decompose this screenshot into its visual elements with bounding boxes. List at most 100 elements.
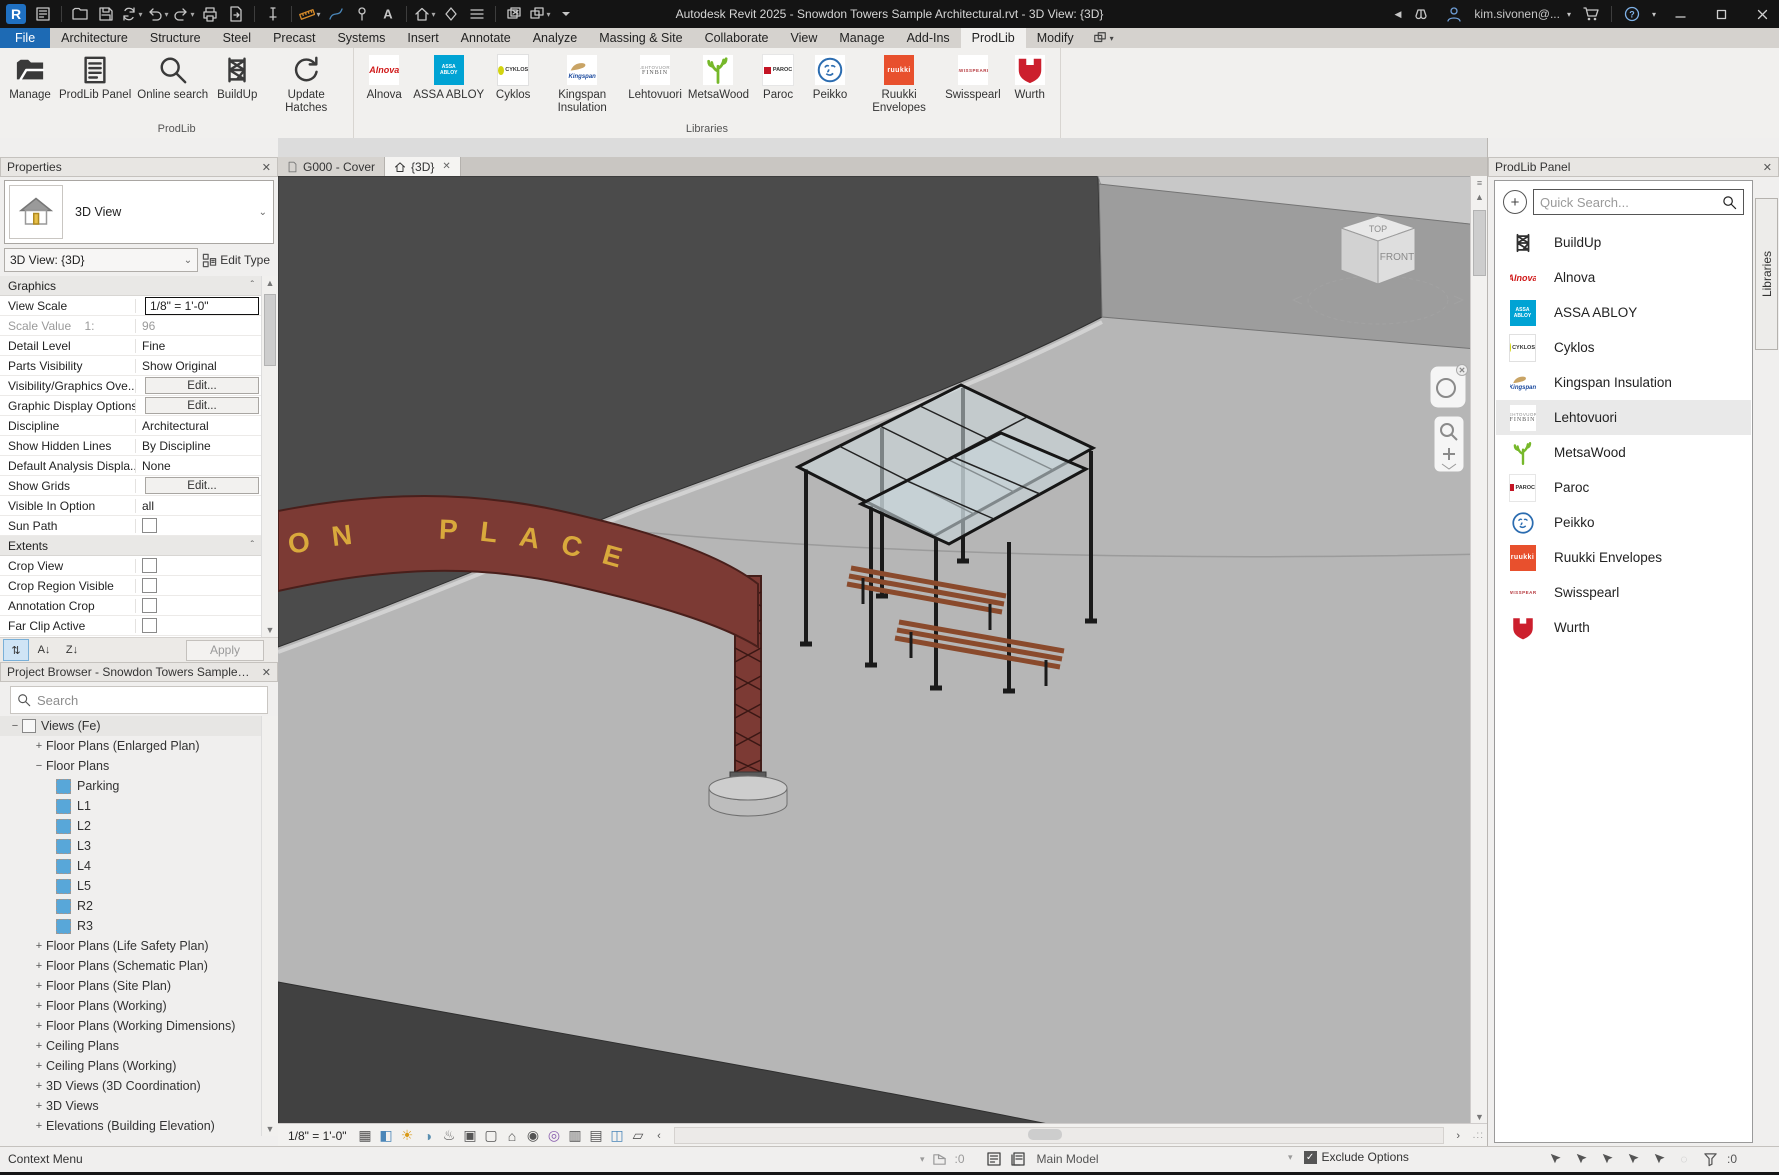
ribbon-button-lehtovuori[interactable]: LEHTOVUORIFINBINLehtovuori <box>625 52 685 103</box>
ribbon-button-assa-abloy[interactable]: ASSA ABLOYASSA ABLOY <box>410 52 487 103</box>
view-tab-close-icon[interactable]: ✕ <box>442 161 450 172</box>
canvas-horizontal-scrollbar[interactable] <box>674 1127 1444 1144</box>
expand-toggle-icon[interactable]: + <box>32 940 46 952</box>
default-3d-view-icon[interactable]: ▾ <box>412 2 438 26</box>
analytical-model-icon[interactable]: ◫ <box>607 1126 628 1145</box>
collapse-icon[interactable]: ˆ <box>251 280 254 291</box>
tab-prodlib[interactable]: ProdLib <box>961 28 1026 48</box>
tab-steel[interactable]: Steel <box>212 28 263 48</box>
ribbon-button-metsawood[interactable]: MetsaWood <box>685 52 752 103</box>
ribbon-button-paroc[interactable]: PAROCParoc <box>752 52 804 103</box>
revit-logo[interactable]: R <box>6 4 26 24</box>
property-row-view-scale[interactable]: View Scale1/8" = 1'-0" <box>0 296 262 316</box>
tree-item-ceiling-plans-working[interactable]: +Ceiling Plans (Working) <box>0 1056 262 1076</box>
user-caret-icon[interactable]: ▾ <box>1567 10 1571 19</box>
tab-systems[interactable]: Systems <box>326 28 396 48</box>
crop-region-icon[interactable]: ▢ <box>481 1126 502 1145</box>
visual-style-icon[interactable]: ◧ <box>376 1126 397 1145</box>
expand-toggle-icon[interactable]: + <box>32 1020 46 1032</box>
drag-on-selection-icon[interactable] <box>1649 1150 1667 1168</box>
minimize-button[interactable] <box>1663 0 1697 28</box>
tab-collaborate[interactable]: Collaborate <box>694 28 780 48</box>
ribbon-display-toggle-icon[interactable]: ▾ <box>1085 28 1122 48</box>
displacement-icon[interactable]: ▱ <box>628 1126 649 1145</box>
property-row-annotation-crop[interactable]: Annotation Crop <box>0 596 262 616</box>
library-item-assa-abloy[interactable]: ASSA ABLOYASSA ABLOY <box>1496 295 1751 330</box>
canvas-vertical-scrollbar[interactable]: ≡▲ ▼ <box>1470 176 1488 1124</box>
ribbon-button-update-hatches[interactable]: Update Hatches <box>263 52 349 116</box>
tree-item-floor-plans-life-safety-plan[interactable]: +Floor Plans (Life Safety Plan) <box>0 936 262 956</box>
shadows-icon[interactable]: ◑ <box>418 1126 439 1145</box>
checkbox[interactable] <box>142 598 157 613</box>
add-library-button[interactable]: + <box>1503 190 1527 214</box>
tree-item-ceiling-plans[interactable]: +Ceiling Plans <box>0 1036 262 1056</box>
tab-view[interactable]: View <box>780 28 829 48</box>
checkbox[interactable] <box>142 558 157 573</box>
property-row-scale-value-1[interactable]: Scale Value 1:96 <box>0 316 262 336</box>
checkbox[interactable] <box>142 618 157 633</box>
view-tab-g000-cover[interactable]: G000 - Cover <box>278 157 385 176</box>
tree-item-floor-plans-enlarged-plan[interactable]: +Floor Plans (Enlarged Plan) <box>0 736 262 756</box>
tree-item-floor-plans-schematic-plan[interactable]: +Floor Plans (Schematic Plan) <box>0 956 262 976</box>
tab-architecture[interactable]: Architecture <box>50 28 139 48</box>
edit-button[interactable]: Edit... <box>145 397 259 414</box>
ribbon-button-buildup[interactable]: BuildUp <box>211 52 263 103</box>
sun-settings-icon[interactable]: ☀ <box>397 1126 418 1145</box>
project-browser-scrollbar[interactable]: ▼ <box>261 716 278 1136</box>
checkbox[interactable] <box>142 518 157 533</box>
property-row-visible-in-option[interactable]: Visible In Optionall <box>0 496 262 516</box>
project-browser-search[interactable]: Search <box>10 686 268 714</box>
library-item-lehtovuori[interactable]: LEHTOVUORIFINBINLehtovuori <box>1496 400 1751 435</box>
hscroll-left-icon[interactable]: ‹ <box>649 1126 670 1145</box>
collapse-search-icon[interactable]: ◀ <box>1395 9 1402 20</box>
properties-close-icon[interactable]: ✕ <box>262 161 271 174</box>
property-row-crop-view[interactable]: Crop View <box>0 556 262 576</box>
property-row-detail-level[interactable]: Detail LevelFine <box>0 336 262 356</box>
type-selector-combo[interactable]: 3D View: {3D}⌄ <box>4 248 198 272</box>
type-caret-icon[interactable]: ⌄ <box>259 207 267 218</box>
detail-level-icon[interactable]: ▦ <box>355 1126 376 1145</box>
design-options-icon[interactable] <box>1009 1150 1027 1168</box>
redo-icon[interactable]: ▾ <box>171 2 197 26</box>
file-menu-icon[interactable] <box>30 2 56 26</box>
library-item-swisspearl[interactable]: SWISSPEARLSwisspearl <box>1496 575 1751 610</box>
select-underlay-icon[interactable] <box>1571 1150 1589 1168</box>
library-item-wurth[interactable]: Wurth <box>1496 610 1751 645</box>
worksets-icon[interactable] <box>985 1150 1003 1168</box>
tree-item-views-fe[interactable]: −Views (Fe) <box>0 716 262 736</box>
tab-massing-site[interactable]: Massing & Site <box>588 28 693 48</box>
select-pinned-icon[interactable] <box>1597 1150 1615 1168</box>
expand-toggle-icon[interactable]: + <box>32 960 46 972</box>
property-row-show-hidden-lines[interactable]: Show Hidden LinesBy Discipline <box>0 436 262 456</box>
expand-toggle-icon[interactable]: + <box>32 980 46 992</box>
tree-item-l1[interactable]: L1 <box>0 796 262 816</box>
expand-toggle-icon[interactable]: + <box>32 740 46 752</box>
tree-item-l5[interactable]: L5 <box>0 876 262 896</box>
tree-item-floor-plans-site-plan[interactable]: +Floor Plans (Site Plan) <box>0 976 262 996</box>
tab-add-ins[interactable]: Add-Ins <box>896 28 961 48</box>
ribbon-button-swisspearl[interactable]: SWISSPEARLSwisspearl <box>942 52 1004 103</box>
library-item-buildup[interactable]: BuildUp <box>1496 225 1751 260</box>
spinner-icon[interactable]: ◌ <box>1675 1150 1693 1168</box>
library-item-peikko[interactable]: Peikko <box>1496 505 1751 540</box>
hscroll-right-icon[interactable]: › <box>1448 1126 1469 1145</box>
ribbon-button-peikko[interactable]: Peikko <box>804 52 856 103</box>
ribbon-button-kingspan-insulation[interactable]: KingspanKingspan Insulation <box>539 52 625 116</box>
expand-toggle-icon[interactable]: + <box>32 1040 46 1052</box>
help-icon[interactable]: ? <box>1619 2 1645 26</box>
view-scale[interactable]: 1/8" = 1'-0" <box>288 1129 347 1143</box>
expand-toggle-icon[interactable]: + <box>32 1060 46 1072</box>
tag-icon[interactable] <box>349 2 375 26</box>
cart-icon[interactable] <box>1578 2 1604 26</box>
ribbon-button-prodlib-panel[interactable]: ProdLib Panel <box>56 52 134 103</box>
signed-in-user[interactable]: kim.sivonen@... <box>1474 7 1560 21</box>
ribbon-button-ruukki-envelopes[interactable]: ruukkiRuukki Envelopes <box>856 52 942 116</box>
active-design-option[interactable]: Main Model <box>1037 1152 1099 1166</box>
tree-item-parking[interactable]: Parking <box>0 776 262 796</box>
property-row-visibility-graphics-ove[interactable]: Visibility/Graphics Ove...Edit... <box>0 376 262 396</box>
editing-requests-icon[interactable] <box>931 1150 949 1168</box>
help-caret-icon[interactable]: ▾ <box>1652 10 1656 19</box>
switch-windows-icon[interactable]: ▾ <box>527 2 553 26</box>
navigation-bar[interactable] <box>1430 365 1468 473</box>
ribbon-button-online-search[interactable]: Online search <box>134 52 211 103</box>
